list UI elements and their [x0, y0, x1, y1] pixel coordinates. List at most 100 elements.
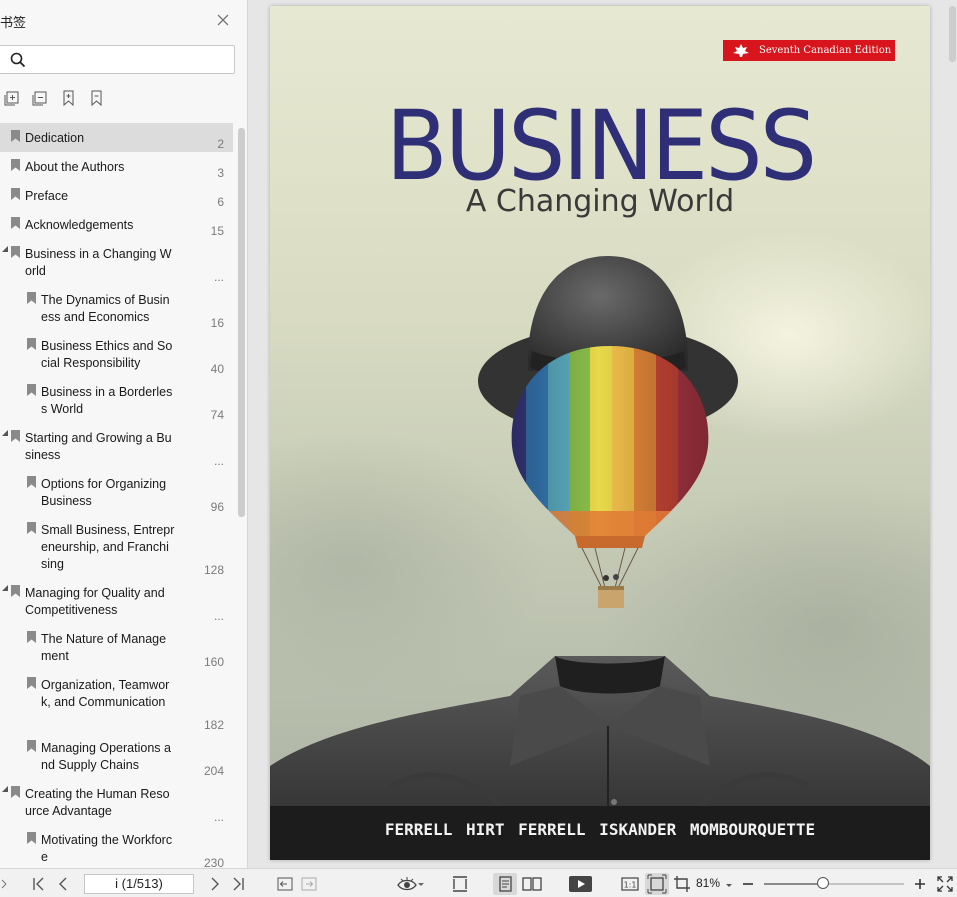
collapse-all-icon[interactable]: [32, 89, 50, 107]
bookmark-label: The Nature of Management: [41, 632, 167, 663]
zoom-out-icon[interactable]: [740, 875, 756, 893]
bookmark-flag-icon: [27, 522, 36, 534]
bookmark-flag-icon: [27, 832, 36, 844]
bookmark-item[interactable]: Creating the Human Resource Advantage ..…: [0, 779, 233, 825]
expand-all-icon[interactable]: [4, 89, 22, 107]
fit-page-icon[interactable]: [645, 873, 669, 895]
bookmark-page: 128: [203, 563, 224, 577]
actual-size-icon[interactable]: 1:1: [620, 875, 640, 893]
bookmark-flag-icon: [27, 384, 36, 396]
bookmark-item[interactable]: Options for Organizing Business 96: [0, 469, 233, 515]
bookmark-scrollbar[interactable]: [238, 128, 245, 517]
bookmark-item[interactable]: The Nature of Management 160: [0, 624, 233, 670]
expand-arrow-icon[interactable]: [2, 585, 8, 591]
previous-page-icon[interactable]: [55, 875, 71, 893]
bookmark-page: ...: [213, 609, 224, 623]
bookmark-panel: 书签 Dedication 2 About the Authors 3 Pref…: [0, 0, 248, 868]
fullscreen-icon[interactable]: [936, 875, 954, 893]
bookmark-label: The Dynamics of Business and Economics: [41, 293, 170, 324]
bookmark-item[interactable]: Preface 6: [0, 181, 233, 210]
fit-width-icon[interactable]: [450, 875, 470, 893]
bookmark-label: Business in a Borderless World: [41, 385, 173, 416]
search-icon: [10, 52, 26, 68]
bookmark-item[interactable]: Business Ethics and Social Responsibilit…: [0, 331, 233, 377]
bookmark-page: 204: [203, 764, 224, 778]
forward-view-icon[interactable]: [300, 875, 318, 893]
bookmark-toolbar: [4, 89, 106, 107]
bookmark-page: 16: [210, 316, 224, 330]
bookmark-item[interactable]: Business in a Borderless World 74: [0, 377, 233, 423]
bookmark-label: About the Authors: [25, 160, 125, 174]
first-page-icon[interactable]: [30, 875, 46, 893]
scroll-left-icon[interactable]: [0, 875, 10, 893]
bookmark-item[interactable]: Managing for Quality and Competitiveness…: [0, 578, 233, 624]
search-input[interactable]: [33, 50, 228, 70]
bookmark-label: Dedication: [25, 131, 85, 145]
document-view[interactable]: Seventh Canadian Edition BUSINESS A Chan…: [249, 0, 957, 868]
maple-leaf-icon: [733, 44, 749, 57]
bookmark-label: Managing for Quality and Competitiveness: [25, 586, 165, 617]
bookmark-page: 2: [217, 137, 224, 151]
expand-arrow-icon[interactable]: [2, 430, 8, 436]
bookmark-item[interactable]: Business in a Changing World ...: [0, 239, 233, 285]
cover-subtitle: A Changing World: [465, 184, 735, 219]
crop-icon[interactable]: [673, 875, 693, 893]
bookmark-flag-icon: [11, 130, 20, 142]
bookmark-page: 230: [203, 856, 224, 868]
close-icon[interactable]: [215, 12, 231, 28]
bookmark-page: 6: [217, 195, 224, 209]
bookmark-item[interactable]: Organization, Teamwork, and Communicatio…: [0, 670, 233, 733]
bookmark-list: Dedication 2 About the Authors 3 Preface…: [0, 123, 236, 868]
bookmark-search[interactable]: [0, 45, 235, 74]
bookmark-label: Managing Operations and Supply Chains: [41, 741, 171, 772]
edition-label: Seventh Canadian Edition: [759, 45, 892, 56]
document-scrollbar[interactable]: [949, 6, 956, 62]
two-page-icon[interactable]: [521, 875, 543, 893]
bookmark-flag-icon: [11, 585, 20, 597]
delete-bookmark-icon[interactable]: [88, 89, 106, 107]
bookmark-page: 182: [203, 718, 224, 732]
bookmark-label: Business Ethics and Social Responsibilit…: [41, 339, 173, 370]
bookmark-flag-icon: [27, 476, 36, 488]
bookmark-item[interactable]: The Dynamics of Business and Economics 1…: [0, 285, 233, 331]
bookmark-label: Preface: [25, 189, 69, 203]
bookmark-page: 3: [217, 166, 224, 180]
bookmark-label: Motivating the Workforce: [41, 833, 173, 864]
back-view-icon[interactable]: [276, 875, 294, 893]
bookmark-flag-icon: [27, 631, 36, 643]
zoom-level[interactable]: 81%: [696, 876, 720, 890]
bookmark-item[interactable]: Managing Operations and Supply Chains 20…: [0, 733, 233, 779]
zoom-dropdown-icon[interactable]: [724, 878, 734, 888]
bookmark-item[interactable]: Starting and Growing a Business ...: [0, 423, 233, 469]
bookmark-item[interactable]: Motivating the Workforce 230: [0, 825, 233, 868]
add-bookmark-icon[interactable]: [60, 89, 78, 107]
panel-title: 书签: [0, 16, 27, 31]
bookmark-label: Organization, Teamwork, and Communicatio…: [41, 678, 170, 709]
bookmark-item[interactable]: Dedication 2: [0, 123, 233, 152]
bookmark-page: 74: [210, 408, 224, 422]
bookmark-item[interactable]: Small Business, Entrepreneurship, and Fr…: [0, 515, 233, 578]
status-bar: i (1/513) 1:1 81%: [0, 868, 957, 897]
bookmark-flag-icon: [27, 677, 36, 689]
page-number-field[interactable]: i (1/513): [84, 874, 194, 894]
expand-arrow-icon[interactable]: [2, 246, 8, 252]
bookmark-flag-icon: [11, 188, 20, 200]
next-page-icon[interactable]: [207, 875, 223, 893]
single-page-icon[interactable]: [493, 873, 517, 895]
read-mode-icon[interactable]: [396, 875, 424, 893]
bookmark-page: ...: [213, 454, 224, 468]
bookmark-page: ...: [213, 810, 224, 824]
bookmark-page: ...: [213, 270, 224, 284]
bookmark-label: Acknowledgements: [25, 218, 134, 232]
bookmark-item[interactable]: About the Authors 3: [0, 152, 233, 181]
slideshow-icon[interactable]: [568, 875, 593, 893]
zoom-in-icon[interactable]: [912, 875, 928, 893]
zoom-slider-thumb[interactable]: [816, 877, 829, 889]
bookmark-page: 40: [210, 362, 224, 376]
last-page-icon[interactable]: [231, 875, 247, 893]
bookmark-flag-icon: [11, 246, 20, 258]
bookmark-flag-icon: [11, 786, 20, 798]
bookmark-item[interactable]: Acknowledgements 15: [0, 210, 233, 239]
expand-arrow-icon[interactable]: [2, 786, 8, 792]
bookmark-label: Starting and Growing a Business: [25, 431, 172, 462]
